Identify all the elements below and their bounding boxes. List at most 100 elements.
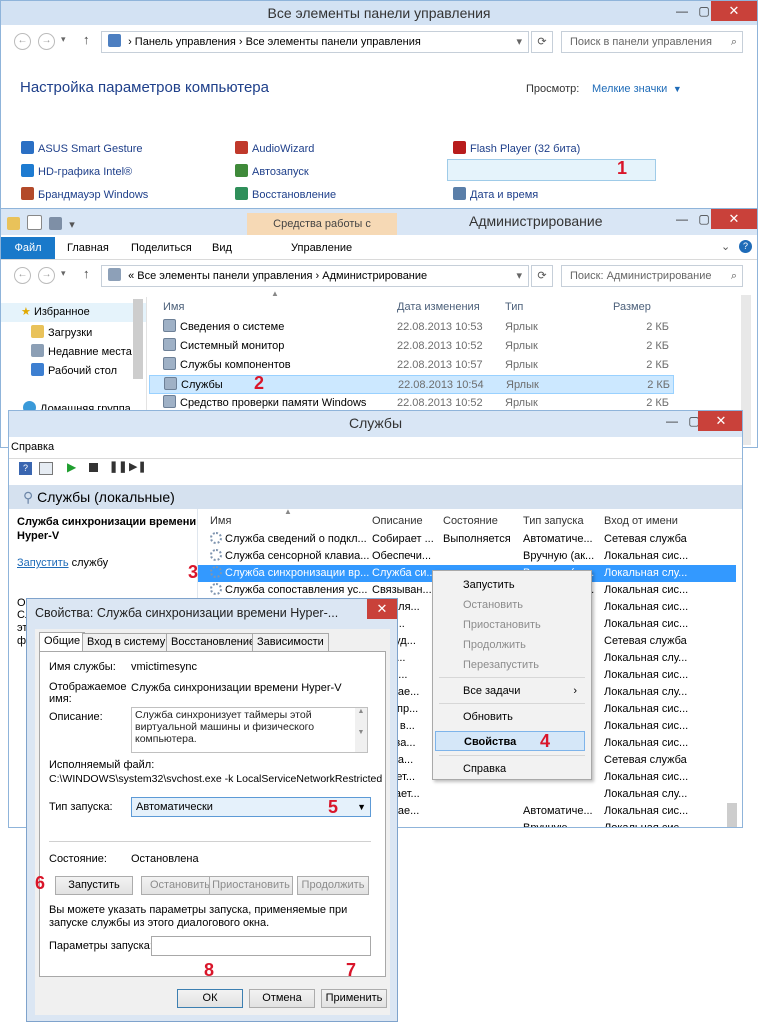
nav-scrollbar[interactable] [133, 299, 143, 379]
recent-chevron-icon[interactable]: ▾ [61, 34, 66, 45]
help-book-icon[interactable]: ? [19, 462, 32, 475]
ribbon-tab-share[interactable]: Поделиться [131, 242, 192, 254]
svc-col-state[interactable]: Состояние [443, 515, 498, 527]
cp-item[interactable]: Брандмауэр Windows [21, 187, 148, 201]
back-icon[interactable]: ← [14, 33, 31, 50]
recent-chevron-icon[interactable]: ▾ [61, 268, 66, 279]
cp-item[interactable]: Дата и время [453, 187, 538, 201]
menu-help[interactable]: Справка [11, 441, 54, 453]
admin-address-bar[interactable]: « Все элементы панели управления › Админ… [101, 265, 529, 287]
crumb-control-panel[interactable]: Панель управления [135, 36, 236, 48]
nav-desktop[interactable]: Рабочий стол [31, 362, 117, 381]
ribbon-tab-view[interactable]: Вид [212, 242, 232, 254]
nav-recent[interactable]: Недавние места [31, 343, 132, 362]
resume-button[interactable]: Продолжить [297, 876, 369, 895]
back-icon[interactable]: ← [14, 267, 31, 284]
forward-icon[interactable]: → [38, 267, 55, 284]
details-letter-3: ф [17, 635, 27, 647]
menu-item[interactable]: Продолжить [435, 635, 585, 655]
pause-button[interactable]: Приостановить [209, 876, 293, 895]
cp-item[interactable]: Flash Player (32 бита) [453, 141, 580, 155]
menu-item[interactable]: Остановить [435, 595, 585, 615]
cp-close-button[interactable]: ✕ [711, 1, 757, 21]
console-icon[interactable] [39, 462, 53, 475]
description-box[interactable]: Служба синхронизует таймеры этой виртуал… [131, 707, 368, 753]
apply-button[interactable]: Применить [321, 989, 387, 1008]
start-service-link[interactable]: Запустить [17, 557, 69, 569]
up-arrow-icon[interactable]: ↑ [83, 266, 90, 281]
step-badge-1: 1 [617, 158, 628, 178]
help-icon[interactable]: ? [739, 240, 752, 253]
props-close-button[interactable]: ✕ [367, 599, 397, 619]
pause-icon[interactable]: ❚❚ [109, 460, 127, 473]
col-name[interactable]: Имя [163, 301, 184, 313]
qat-dropdown-icon[interactable]: ▾ [69, 219, 75, 231]
refresh-icon[interactable]: ⟳ [531, 31, 553, 53]
cp-item[interactable]: AudioWizard [235, 141, 314, 155]
tab-general[interactable]: Общие [39, 632, 86, 652]
svc-col-startup[interactable]: Тип запуска [523, 515, 584, 527]
stop-icon[interactable] [89, 463, 98, 472]
menu-item[interactable]: Все задачи › [435, 681, 585, 701]
menu-item[interactable]: Перезапустить [435, 655, 585, 675]
tab-logon[interactable]: Вход в систему [82, 633, 171, 651]
svc-col-desc[interactable]: Описание [372, 515, 423, 527]
folder-icon[interactable] [7, 217, 20, 230]
menu-item-label: Все задачи [463, 685, 521, 697]
ribbon-tab-home[interactable]: Главная [67, 242, 109, 254]
col-size[interactable]: Размер [613, 301, 651, 313]
cp-item[interactable]: HD-графика Intel® [21, 164, 132, 178]
crumb-admin[interactable]: Администрирование [322, 270, 427, 282]
file-row[interactable]: Службы компонентов 22.08.2013 10:57 Ярлык 2… [149, 356, 674, 375]
menu-item[interactable]: Обновить [435, 707, 585, 727]
properties-icon[interactable] [27, 215, 43, 230]
cp-item[interactable]: ASUS Smart Gesture [21, 141, 143, 155]
address-dropdown-icon[interactable]: ▾ [516, 32, 522, 52]
menu-item[interactable]: Справка [435, 759, 585, 779]
svc-col-logon[interactable]: Вход от имени [604, 515, 678, 527]
start-button[interactable]: Запустить [55, 876, 133, 895]
ribbon-expand-icon[interactable]: ⌄ [721, 240, 730, 253]
forward-icon[interactable]: → [38, 33, 55, 50]
tab-recovery[interactable]: Восстановление [166, 633, 261, 651]
description-scrollbar[interactable]: ▲ ▼ [355, 708, 367, 752]
crumb-all-items[interactable]: Все элементы панели управления [137, 270, 312, 282]
nav-favorites[interactable]: ★ Избранное [1, 303, 146, 322]
ribbon-tab-file[interactable]: Файл [1, 237, 55, 259]
file-row[interactable]: Службы 22.08.2013 10:54 Ярлык 2 КБ [149, 375, 674, 394]
cp-address-bar[interactable]: › Панель управления › Все элементы панел… [101, 31, 529, 53]
play-icon[interactable]: ▶ [67, 460, 76, 474]
service-row[interactable]: Служба сведений о подкл... Собирает ... Вы… [198, 531, 736, 548]
ribbon-tab-manage[interactable]: Управление [291, 242, 352, 254]
file-row[interactable]: Системный монитор 22.08.2013 10:52 Ярлык 2 … [149, 337, 674, 356]
tab-dependencies[interactable]: Зависимости [252, 633, 329, 651]
address-dropdown-icon[interactable]: ▾ [516, 266, 522, 286]
new-folder-icon[interactable] [49, 217, 63, 230]
menu-item[interactable]: Запустить [435, 575, 585, 595]
services-close-button[interactable]: ✕ [698, 411, 742, 431]
crumb-overflow[interactable]: « [128, 270, 134, 282]
menu-item[interactable]: Свойства [435, 731, 585, 751]
cp-search-input[interactable]: Поиск в панели управления ⌕ [561, 31, 743, 53]
up-arrow-icon[interactable]: ↑ [83, 32, 90, 47]
services-scrollbar[interactable] [727, 803, 737, 827]
col-date[interactable]: Дата изменения [397, 301, 480, 313]
crumb-all-items[interactable]: Все элементы панели управления [246, 36, 421, 48]
params-input[interactable] [151, 936, 371, 956]
cancel-button[interactable]: Отмена [249, 989, 315, 1008]
admin-search-input[interactable]: Поиск: Администрирование ⌕ [561, 265, 743, 287]
view-selector[interactable]: Мелкие значки ▼ [592, 83, 682, 95]
col-type[interactable]: Тип [505, 301, 523, 313]
stop-button[interactable]: Остановить [141, 876, 219, 895]
restart-icon[interactable]: ▶❚ [129, 460, 147, 473]
svc-col-name[interactable]: Имя [210, 515, 231, 527]
ok-button[interactable]: ОК [177, 989, 243, 1008]
cp-item[interactable]: Автозапуск [235, 164, 309, 178]
file-row[interactable]: Сведения о системе 22.08.2013 10:53 Ярлык 2… [149, 318, 674, 337]
service-row[interactable]: Служба сенсорной клавиа... Обеспечи... Вру… [198, 548, 736, 565]
admin-close-button[interactable]: ✕ [711, 209, 757, 229]
menu-item[interactable]: Приостановить [435, 615, 585, 635]
nav-downloads[interactable]: Загрузки [31, 324, 92, 343]
refresh-icon[interactable]: ⟳ [531, 265, 553, 287]
cp-item[interactable]: Восстановление [235, 187, 336, 201]
